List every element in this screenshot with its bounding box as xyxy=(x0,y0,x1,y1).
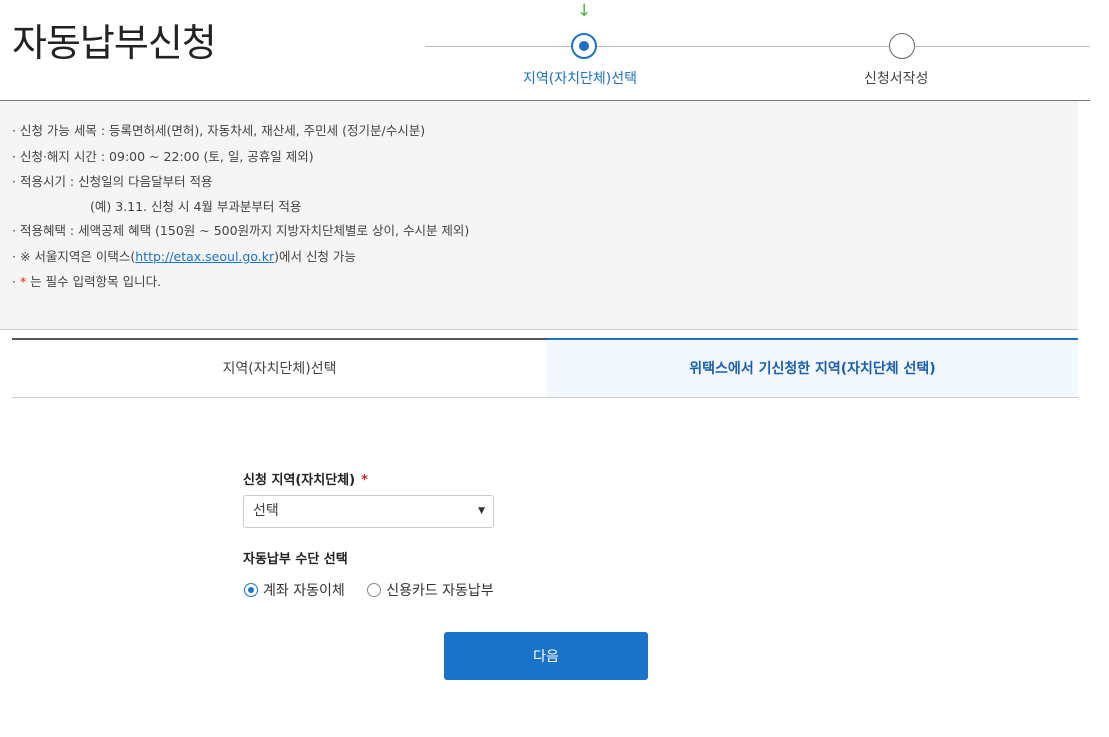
info-tax-items: · 신청 가능 세목 : 등록면허세(면허), 자동차세, 재산세, 주민세 (… xyxy=(12,123,426,138)
stepper-line-right xyxy=(915,46,1090,47)
method-field-label: 자동납부 수단 선택 xyxy=(243,552,348,567)
info-seoul: · ※ 서울지역은 이택스(http://etax.seoul.go.kr)에서… xyxy=(12,246,356,265)
info-required-note: · * 는 필수 입력항목 입니다. xyxy=(12,271,161,290)
region-select-value: 선택 xyxy=(253,503,279,519)
radio-account-transfer-label: 계좌 자동이체 xyxy=(263,583,345,599)
info-required-suffix: 는 필수 입력항목 입니다. xyxy=(26,274,162,289)
info-hours: · 신청·해지 시간 : 09:00 ~ 22:00 (토, 일, 공휴일 제외… xyxy=(12,149,314,164)
step-circle-region xyxy=(571,33,597,59)
info-benefit: · 적용혜택 : 세액공제 혜택 (150원 ~ 500원까지 지방자치단체별로… xyxy=(12,223,470,238)
step-label-form: 신청서작성 xyxy=(864,71,929,87)
next-button[interactable]: 다음 xyxy=(444,632,648,680)
radio-credit-card-label: 신용카드 자동납부 xyxy=(386,583,494,599)
region-field-label: 신청 지역(자치단체) * xyxy=(243,469,368,488)
radio-checked-icon[interactable] xyxy=(244,583,258,597)
radio-credit-card[interactable]: 신용카드 자동납부 xyxy=(367,580,494,600)
stepper-line-left xyxy=(425,46,572,47)
step-circle-form xyxy=(889,33,915,59)
step-label-region: 지역(자치단체)선택 xyxy=(523,71,637,87)
info-apply-period: · 적용시기 : 신청일의 다음달부터 적용 xyxy=(12,174,213,189)
required-star-icon: * xyxy=(361,473,368,488)
info-seoul-suffix: )에서 신청 가능 xyxy=(274,249,356,264)
page-title: 자동납부신청 xyxy=(12,21,217,65)
stepper-line-middle xyxy=(596,46,889,47)
radio-unchecked-icon[interactable] xyxy=(367,583,382,597)
info-required-prefix: · xyxy=(12,274,20,289)
region-select[interactable]: 선택 ▼ xyxy=(243,495,494,528)
tab-wetax-registered-region[interactable]: 위택스에서 기신청한 지역(자치단체 선택) xyxy=(547,338,1078,398)
caret-down-icon: ▼ xyxy=(478,506,485,516)
info-example: (예) 3.11. 신청 시 4월 부과분부터 적용 xyxy=(90,199,302,214)
info-seoul-prefix: · ※ 서울지역은 이택스( xyxy=(12,249,136,264)
radio-account-transfer[interactable]: 계좌 자동이체 xyxy=(244,580,345,600)
tab-region-select[interactable]: 지역(자치단체)선택 xyxy=(12,338,547,398)
region-label-text: 신청 지역(자치단체) xyxy=(243,473,356,488)
arrow-down-icon: ↓ xyxy=(577,1,592,21)
payment-method-group: 계좌 자동이체 신용카드 자동납부 xyxy=(244,580,512,600)
info-box: · 신청 가능 세목 : 등록면허세(면허), 자동차세, 재산세, 주민세 (… xyxy=(0,101,1078,330)
etax-link[interactable]: http://etax.seoul.go.kr xyxy=(135,249,274,264)
